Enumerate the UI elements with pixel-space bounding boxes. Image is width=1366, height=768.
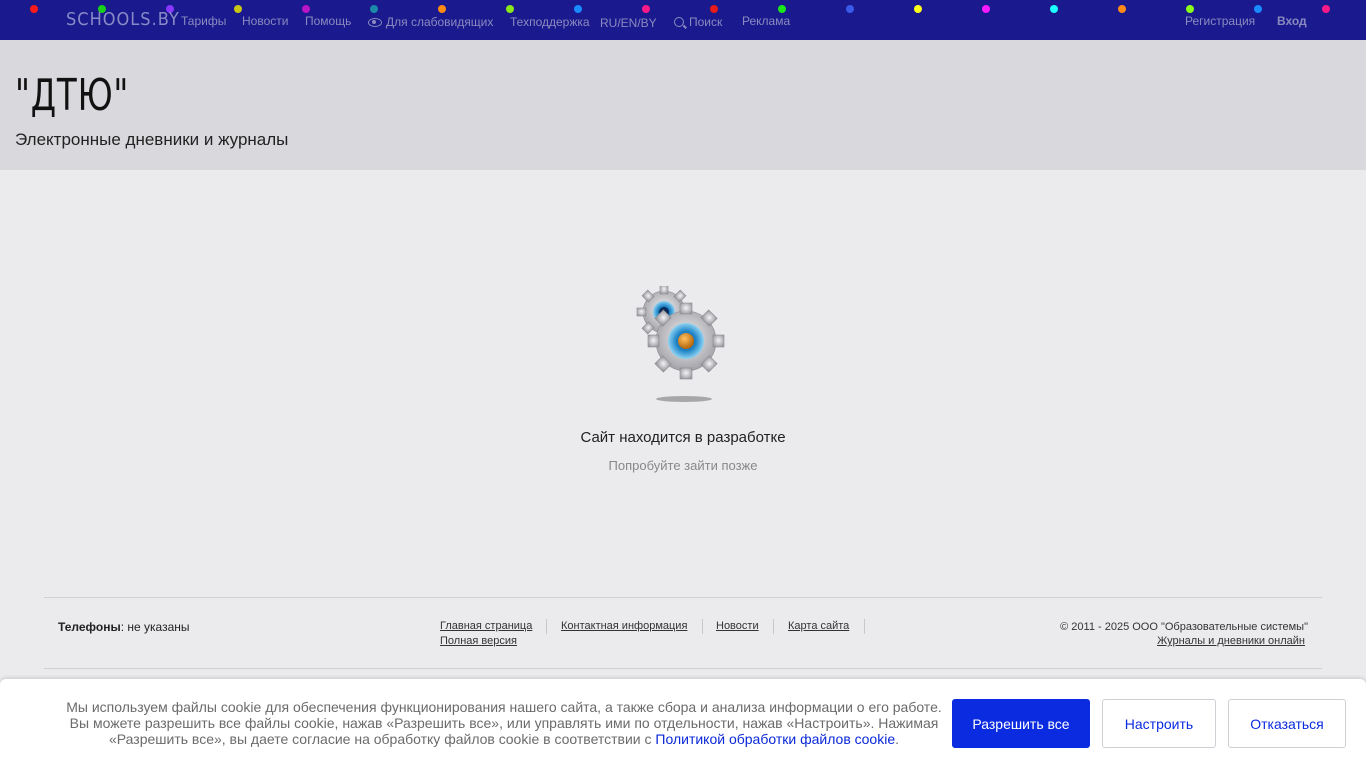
footer-divider-bottom [44, 668, 1322, 669]
main-content [3, 170, 1363, 680]
footer-copyright: © 2011 - 2025 ООО "Образовательные систе… [1060, 620, 1308, 648]
footer-separator [702, 619, 703, 634]
nav-search[interactable]: Поиск [674, 15, 722, 29]
nav-search-label: Поиск [689, 15, 723, 29]
phones-value: : не указаны [120, 620, 190, 634]
nav-ads[interactable]: Реклама [742, 14, 790, 28]
dev-status-title: Сайт находится в разработке [580, 429, 786, 446]
school-title: "ДТЮ" [15, 70, 130, 121]
decorative-dot [1322, 5, 1330, 13]
footer-separator [864, 619, 865, 634]
footer-link-contacts[interactable]: Контактная информация [561, 620, 687, 632]
footer-divider-top [44, 597, 1322, 598]
top-navbar: SCHOOLS.BY Тарифы Новости Помощь Для сла… [0, 0, 1366, 40]
footer-link-news[interactable]: Новости [716, 620, 759, 632]
configure-button[interactable]: Настроить [1102, 699, 1216, 748]
gears-icon [636, 286, 725, 402]
dev-status-hint: Попробуйте зайти позже [608, 458, 758, 473]
footer-link-full-version[interactable]: Полная версия [440, 635, 517, 647]
decorative-dot [302, 5, 310, 13]
footer-phones: Телефоны: не указаны [58, 620, 190, 634]
decorative-dot [506, 5, 514, 13]
decorative-dot [778, 5, 786, 13]
cookie-policy-link[interactable]: Политикой обработки файлов cookie [655, 731, 895, 747]
cookie-text: Мы используем файлы cookie для обеспечен… [56, 699, 952, 747]
footer-separator [546, 619, 547, 634]
cookie-end: . [895, 731, 900, 747]
nav-help[interactable]: Помощь [305, 14, 351, 28]
nav-register[interactable]: Регистрация [1185, 14, 1255, 28]
eye-icon [368, 18, 382, 27]
decorative-dot [370, 5, 378, 13]
phones-label: Телефоны [58, 620, 121, 634]
cookie-banner: Мы используем файлы cookie для обеспечен… [0, 679, 1366, 768]
school-subtitle: Электронные дневники и журналы [15, 130, 289, 149]
nav-support[interactable]: Техподдержка [510, 15, 590, 29]
decorative-dot [914, 5, 922, 13]
decorative-dot [982, 5, 990, 13]
decorative-dot [642, 5, 650, 13]
decorative-dot [30, 5, 38, 13]
decorative-dot [438, 5, 446, 13]
decorative-dot [710, 5, 718, 13]
nav-news[interactable]: Новости [242, 14, 288, 28]
nav-tariffs[interactable]: Тарифы [181, 14, 226, 28]
nav-low-vision-label: Для слабовидящих [386, 15, 494, 29]
nav-low-vision[interactable]: Для слабовидящих [368, 15, 493, 29]
footer-link-home[interactable]: Главная страница [440, 620, 532, 632]
decorative-dot [1186, 5, 1194, 13]
nav-login[interactable]: Вход [1277, 14, 1307, 28]
footer-tagline-link[interactable]: Журналы и дневники онлайн [1157, 635, 1305, 647]
decorative-dot [574, 5, 582, 13]
search-icon [674, 17, 684, 27]
decorative-dot [1050, 5, 1058, 13]
allow-all-button[interactable]: Разрешить все [952, 699, 1090, 748]
school-header: "ДТЮ" Электронные дневники и журналы [0, 40, 1366, 170]
copyright-text: © 2011 - 2025 ООО "Образовательные систе… [1060, 621, 1308, 633]
reject-button[interactable]: Отказаться [1228, 699, 1346, 748]
footer-separator [773, 619, 774, 634]
nav-languages[interactable]: RU/EN/BY [600, 16, 657, 30]
decorative-dot [1118, 5, 1126, 13]
footer-link-sitemap[interactable]: Карта сайта [788, 620, 849, 632]
site-logo[interactable]: SCHOOLS.BY [66, 9, 180, 30]
decorative-dot [234, 5, 242, 13]
decorative-dot [1254, 5, 1262, 13]
decorative-dot [846, 5, 854, 13]
